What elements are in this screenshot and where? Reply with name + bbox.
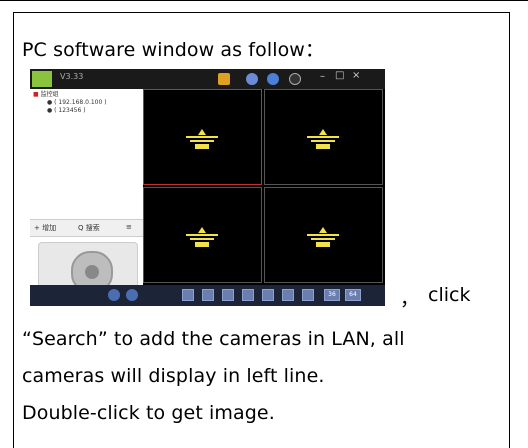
minimize-icon[interactable]: – — [320, 71, 325, 82]
intro-text: PC software window as follow： — [22, 39, 325, 61]
instruction-line-1: “Search” to add the cameras in LAN, all — [22, 328, 405, 350]
tree-root[interactable]: ■ 监控组 — [33, 91, 107, 99]
instruction-line-3: Double-click to get image. — [22, 402, 275, 424]
layout-1-button[interactable] — [182, 289, 194, 301]
title-bar: V3.33 – □ × — [30, 69, 385, 89]
version-label: V3.33 — [60, 72, 84, 81]
layout-16-button[interactable] — [282, 289, 294, 301]
device-list-pane: ■ 监控组 ● ( 192.168.0.100 ) ● ( 123456 ) +… — [30, 89, 143, 306]
video-cell[interactable] — [264, 89, 383, 185]
layout-25-button[interactable] — [302, 289, 314, 301]
tree-item[interactable]: ● ( 123456 ) — [33, 107, 107, 115]
video-cell[interactable] — [143, 89, 262, 185]
app-window-screenshot: V3.33 – □ × ■ 监控组 ● ( 192.168.0.100 ) ● … — [30, 69, 385, 306]
prev-page-icon[interactable] — [108, 289, 120, 301]
video-cell[interactable] — [264, 187, 383, 283]
layout-64-button[interactable]: 64 — [345, 289, 361, 301]
search-button[interactable]: Q 搜索 — [78, 223, 100, 233]
tree-item[interactable]: ● ( 192.168.0.100 ) — [33, 99, 107, 107]
ptz-center-button[interactable] — [85, 265, 99, 279]
list-button[interactable]: ≡ — [126, 223, 132, 231]
comma: ， — [400, 288, 420, 310]
layout-6-button[interactable] — [222, 289, 234, 301]
maximize-icon[interactable]: □ — [335, 70, 344, 81]
video-grid — [143, 89, 385, 285]
settings-icon[interactable] — [267, 73, 279, 85]
help-icon[interactable] — [289, 73, 301, 85]
layout-36-button[interactable]: 36 — [324, 289, 340, 301]
click-word: click — [428, 284, 471, 306]
user-icon[interactable] — [246, 73, 258, 85]
top-rule — [0, 0, 528, 1]
device-toolbar: + 增加 Q 搜索 ≡ — [30, 219, 143, 237]
video-cell[interactable] — [143, 187, 262, 283]
close-icon[interactable]: × — [352, 70, 360, 81]
instruction-line-2: cameras will display in left line. — [22, 365, 325, 387]
layout-9-button[interactable] — [242, 289, 254, 301]
device-tree: ■ 监控组 ● ( 192.168.0.100 ) ● ( 123456 ) — [33, 91, 107, 115]
app-logo — [32, 71, 52, 87]
layout-bar: 36 64 — [30, 285, 385, 306]
layout-4-button[interactable] — [202, 289, 214, 301]
add-button[interactable]: + 增加 — [34, 223, 56, 233]
layout-13-button[interactable] — [262, 289, 274, 301]
lock-icon[interactable] — [218, 73, 230, 85]
next-page-icon[interactable] — [126, 289, 138, 301]
